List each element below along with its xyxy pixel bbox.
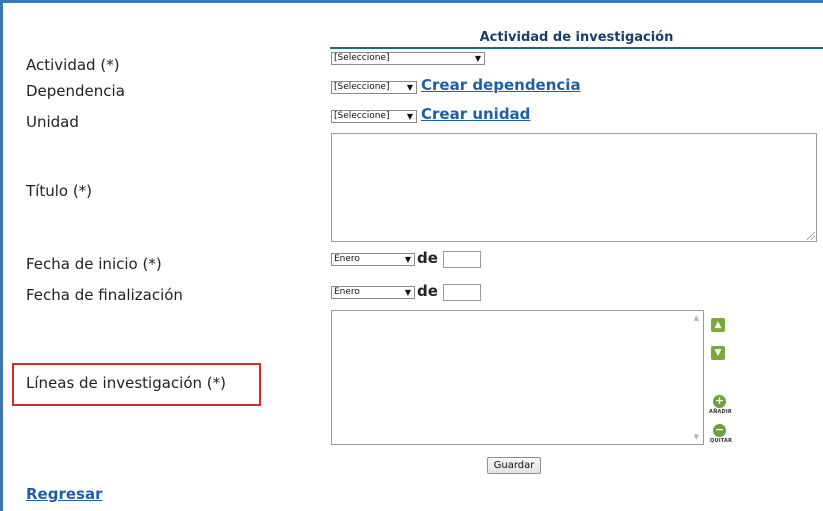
lineas-label: Líneas de investigación (*) <box>26 374 226 392</box>
actividad-select-value: [Seleccione] <box>334 53 390 63</box>
add-label[interactable]: AÑADIR <box>709 409 732 415</box>
back-link[interactable]: Regresar <box>26 485 102 503</box>
move-down-icon[interactable]: ▼ <box>711 346 725 360</box>
scroll-up-icon[interactable]: ▲ <box>694 314 699 322</box>
chevron-down-icon: ▼ <box>406 83 413 92</box>
section-title: Actividad de investigación <box>479 30 674 45</box>
save-button[interactable]: Guardar <box>487 457 541 474</box>
scroll-down-icon[interactable]: ▼ <box>694 433 699 441</box>
titulo-textarea[interactable] <box>331 133 817 242</box>
chevron-down-icon: ▼ <box>474 54 481 63</box>
crear-unidad-link[interactable]: Crear unidad <box>421 105 530 123</box>
dependencia-label: Dependencia <box>26 82 125 100</box>
titulo-label: Título (*) <box>26 182 93 200</box>
fecha-inicio-month-select[interactable]: Enero ▼ <box>331 253 415 266</box>
dependencia-select[interactable]: [Seleccione] ▼ <box>331 81 417 94</box>
fecha-fin-label: Fecha de finalización <box>26 286 183 304</box>
chevron-down-icon: ▼ <box>406 112 413 121</box>
fecha-fin-de-text: de <box>417 282 438 300</box>
unidad-select[interactable]: [Seleccione] ▼ <box>331 110 417 123</box>
add-icon[interactable]: + <box>713 395 726 408</box>
actividad-label: Actividad (*) <box>26 56 120 74</box>
fecha-fin-month-select[interactable]: Enero ▼ <box>331 286 415 299</box>
section-divider <box>330 47 823 49</box>
crear-dependencia-link[interactable]: Crear dependencia <box>421 76 581 94</box>
actividad-select[interactable]: [Seleccione] ▼ <box>331 52 485 65</box>
unidad-select-value: [Seleccione] <box>334 111 390 121</box>
resize-handle-icon[interactable] <box>807 232 815 240</box>
fecha-inicio-year-input[interactable] <box>443 251 481 268</box>
unidad-label: Unidad <box>26 113 79 131</box>
fecha-inicio-label: Fecha de inicio (*) <box>26 255 162 273</box>
chevron-down-icon: ▼ <box>404 255 411 264</box>
fecha-fin-year-input[interactable] <box>443 284 481 301</box>
move-up-icon[interactable]: ▲ <box>711 318 725 332</box>
chevron-down-icon: ▼ <box>404 288 411 297</box>
dependencia-select-value: [Seleccione] <box>334 82 390 92</box>
remove-icon[interactable]: − <box>713 424 726 437</box>
lineas-listbox[interactable]: ▲ ▼ <box>331 310 704 445</box>
fecha-inicio-de-text: de <box>417 249 438 267</box>
remove-label[interactable]: QUITAR <box>710 438 732 444</box>
fecha-inicio-month-value: Enero <box>334 254 360 264</box>
fecha-fin-month-value: Enero <box>334 287 360 297</box>
